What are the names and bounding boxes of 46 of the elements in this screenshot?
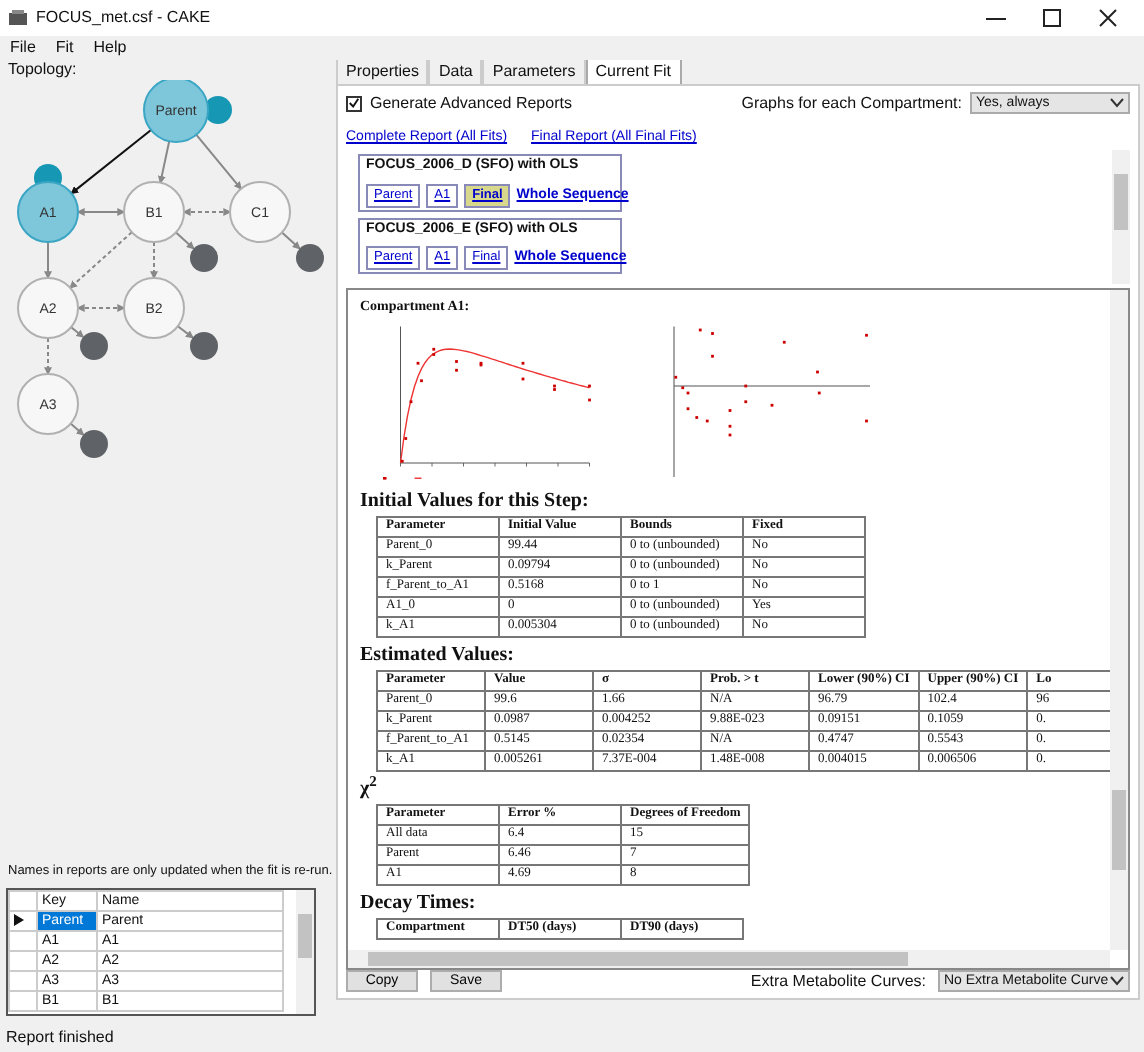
arrow	[150, 240, 158, 279]
menu-item[interactable]: Help	[83, 38, 137, 58]
status-text: Report finished	[6, 1028, 114, 1046]
row-header-cell[interactable]	[9, 991, 37, 1011]
tab[interactable]: Current Fit	[585, 60, 682, 84]
checkbox-label: Generate Advanced Reports	[370, 93, 574, 113]
window-title: FOCUS_met.csf - CAKE	[36, 8, 213, 28]
arrow	[44, 336, 52, 375]
arrow	[69, 230, 133, 288]
double-arrow	[76, 207, 126, 216]
arrow	[70, 325, 85, 338]
arrow	[69, 421, 85, 435]
checkbox[interactable]	[346, 95, 362, 111]
caret-icon	[1110, 98, 1124, 108]
scrollbar[interactable]	[1110, 290, 1128, 950]
scrollbar[interactable]	[348, 950, 1110, 968]
arrow	[44, 240, 52, 279]
arrow	[175, 230, 195, 249]
arrow	[281, 230, 301, 249]
scrollbar[interactable]	[296, 890, 314, 1014]
tab[interactable]: Properties	[336, 60, 429, 84]
row-header-cell[interactable]	[9, 911, 37, 931]
tab[interactable]: Parameters	[482, 60, 586, 84]
section-heading: Decay Times:	[360, 891, 478, 914]
scrollbar[interactable]	[1112, 150, 1130, 285]
section-heading: Initial Values for this Step:	[360, 489, 591, 512]
row-header-cell[interactable]	[9, 971, 37, 991]
row-header-cell[interactable]	[9, 951, 37, 971]
row-header-cell[interactable]	[9, 931, 37, 951]
tab[interactable]: Data	[428, 60, 483, 84]
section-heading: Estimated Values:	[360, 643, 516, 666]
menu-item[interactable]: Fit	[45, 38, 84, 58]
app-icon	[8, 10, 28, 26]
menu-item[interactable]: File	[0, 38, 46, 58]
field-label: Extra Metabolite Curves:	[750, 971, 926, 991]
section-label: Topology:	[8, 60, 77, 78]
section-heading: χ$^{2}$	[360, 777, 379, 800]
arrow	[70, 128, 152, 194]
arrow	[176, 324, 194, 338]
arrow	[157, 139, 171, 184]
row-header-cell	[9, 891, 37, 911]
caret-icon	[1110, 976, 1124, 986]
arrow	[195, 133, 242, 189]
double-arrow	[182, 207, 232, 216]
double-arrow	[76, 303, 126, 312]
field-label: Graphs for each Compartment:	[741, 93, 962, 113]
